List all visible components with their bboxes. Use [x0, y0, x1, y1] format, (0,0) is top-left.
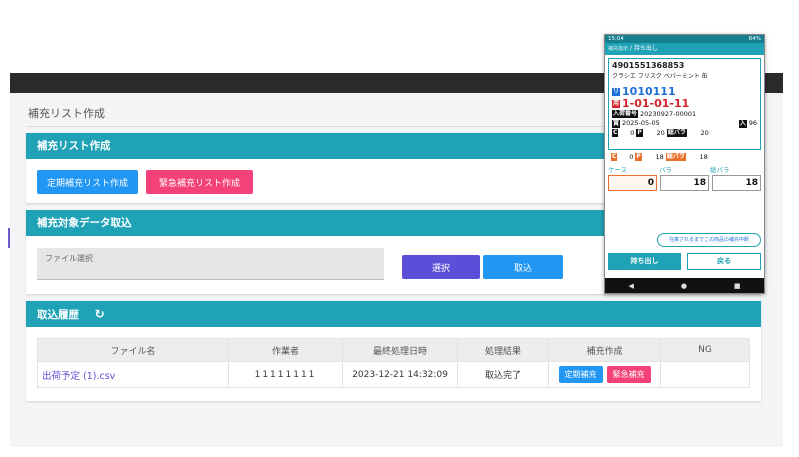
col-file: ファイル名: [37, 338, 229, 362]
label-total: 総バラ: [710, 166, 730, 174]
label-bara: バラ: [659, 166, 672, 174]
worker-cell: 11111111: [228, 361, 343, 388]
page-title: 補充リスト作成: [28, 107, 105, 120]
col-worker: 作業者: [228, 338, 343, 362]
p-tag: P: [636, 129, 643, 137]
file-select-input[interactable]: ファイル選択: [37, 248, 384, 280]
refresh-icon[interactable]: ↻: [95, 301, 105, 327]
location-code: 1-01-01-11: [622, 97, 690, 110]
ri-code: 1010111: [622, 85, 676, 98]
qty-inputs: 0 18 18: [608, 175, 761, 191]
stock-row-2: C 0 P 18 総バラ 18: [611, 153, 761, 161]
screen: 補充リスト作成 補充リスト作成 定期補充リスト作成 緊急補充リスト作成 補充対象…: [0, 0, 799, 457]
col-replenish: 補充作成: [548, 338, 661, 362]
phone-nav-bar: ◀ ● ■: [605, 278, 764, 293]
replenish-cell: 定期補充 緊急補充: [548, 361, 661, 388]
label-case: ケース: [608, 166, 628, 174]
expiry-tag: 賞: [612, 120, 621, 128]
lot-number: 20230927-00001: [640, 110, 697, 118]
datetime-cell: 2023-12-21 14:32:09: [342, 361, 458, 388]
location-row: 用 1-01-01-11: [612, 98, 757, 109]
suspend-button[interactable]: 在庫されるまでこの商品の補充中断: [657, 233, 761, 247]
total-input[interactable]: 18: [712, 175, 761, 191]
case-input[interactable]: 0: [608, 175, 657, 191]
c-tag-2: C: [611, 153, 618, 161]
history-title: 取込履歴: [37, 309, 79, 321]
c-value: 0: [630, 129, 635, 137]
bara-input[interactable]: 18: [660, 175, 709, 191]
nav-recents-icon[interactable]: ■: [734, 282, 741, 290]
c-value-2: 0: [629, 153, 634, 161]
select-button[interactable]: 選択: [402, 255, 480, 279]
product-name: クラシエ フリスク ペパーミント 缶: [612, 73, 708, 80]
total-value: 20: [700, 129, 709, 137]
urgent-list-button[interactable]: 緊急補充リスト作成: [146, 170, 253, 194]
total-tag: 総バラ: [666, 129, 687, 137]
col-datetime: 最終処理日時: [342, 338, 458, 362]
p-value-2: 18: [655, 153, 664, 161]
jan-code: 4901551368853: [612, 61, 685, 70]
row-urgent-button[interactable]: 緊急補充: [606, 366, 651, 383]
regular-list-button[interactable]: 定期補充リスト作成: [37, 170, 138, 194]
phone-breadcrumb-parent[interactable]: 補充指示: [608, 46, 628, 52]
in-tag: 入: [738, 120, 747, 128]
ri-row: リ 1010111: [612, 86, 757, 97]
p-value: 20: [656, 129, 665, 137]
total-tag-2: 総バラ: [665, 153, 686, 161]
phone-time: 15:04: [608, 36, 624, 42]
ri-tag: リ: [612, 87, 621, 96]
location-tag: 用: [612, 99, 621, 108]
history-table: ファイル名 作業者 最終処理日時 処理結果 補充作成 NG 出荷予定 (1).c…: [37, 338, 750, 388]
mobile-screenshot: 15:04 64% 補充指示 / 持ち出し 4901551368853 クラシエ…: [604, 34, 765, 294]
history-card: 取込履歴 ↻ ファイル名 作業者 最終処理日時 処理結果 補充作成 NG 出荷予…: [26, 301, 761, 401]
table-row: 出荷予定 (1).csv 11111111 2023-12-21 14:32:0…: [37, 361, 750, 388]
expiry-row: 賞 2025-05-05 入 96: [612, 119, 757, 128]
in-qty: 96: [748, 119, 757, 127]
lot-tag: 入荷番号: [612, 110, 639, 118]
file-link[interactable]: 出荷予定 (1).csv: [37, 361, 229, 388]
stock-row-1: C 0 P 20 総バラ 20: [612, 129, 757, 137]
col-result: 処理結果: [457, 338, 549, 362]
ng-cell: [660, 361, 750, 388]
import-button[interactable]: 取込: [483, 255, 563, 279]
product-card: 4901551368853 クラシエ フリスク ペパーミント 缶 リ 10101…: [608, 58, 761, 150]
lot-row: 入荷番号 20230927-00001: [612, 110, 757, 118]
nav-back-icon[interactable]: ◀: [628, 282, 633, 290]
history-header: 取込履歴 ↻: [26, 301, 761, 327]
result-cell: 取込完了: [457, 361, 549, 388]
c-tag: C: [612, 129, 619, 137]
phone-breadcrumb-current: 持ち出し: [633, 45, 658, 52]
table-header-row: ファイル名 作業者 最終処理日時 処理結果 補充作成 NG: [37, 338, 750, 362]
total-value-2: 18: [699, 153, 708, 161]
take-out-button[interactable]: 持ち出し: [608, 253, 681, 270]
phone-battery: 64%: [748, 36, 761, 42]
p-tag-2: P: [635, 153, 642, 161]
nav-home-icon[interactable]: ●: [681, 282, 687, 290]
expiry-date: 2025-05-05: [622, 119, 660, 127]
phone-header: 補充指示 / 持ち出し: [605, 43, 764, 55]
phone-status-bar: 15:04 64%: [605, 35, 764, 43]
row-regular-button[interactable]: 定期補充: [558, 366, 603, 383]
col-ng: NG: [660, 338, 750, 362]
back-button[interactable]: 戻る: [687, 253, 761, 270]
qty-labels: ケース バラ 総バラ: [608, 164, 761, 174]
